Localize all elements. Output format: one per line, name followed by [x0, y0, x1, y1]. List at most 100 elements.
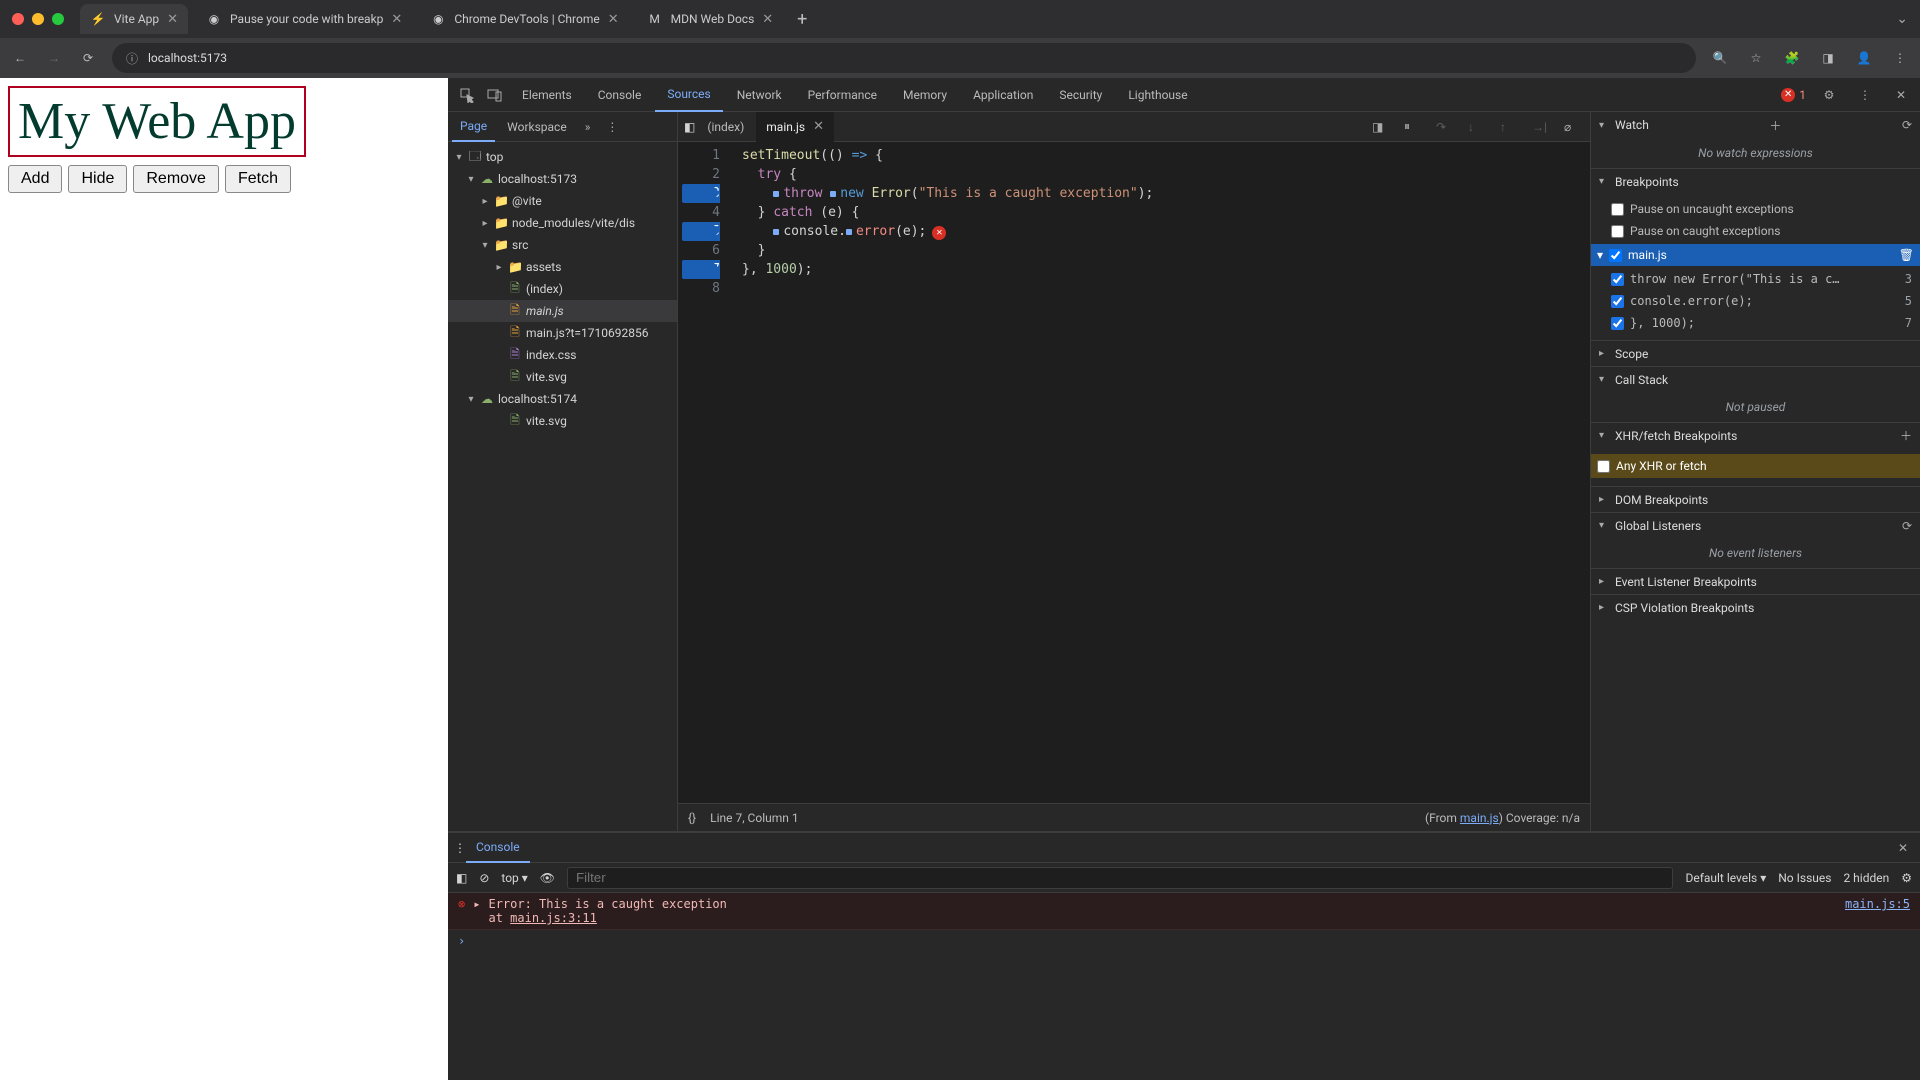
watch-header[interactable]: Watch＋⟳ [1591, 112, 1920, 138]
pretty-print-icon[interactable]: {} [688, 811, 696, 825]
tab-security[interactable]: Security [1047, 78, 1114, 112]
tab-application[interactable]: Application [961, 78, 1045, 112]
settings-icon[interactable]: ⚙ [1816, 82, 1842, 108]
tree-file-vitesvg[interactable]: 🗎vite.svg [448, 366, 677, 388]
tab-close-icon[interactable]: ✕ [391, 12, 402, 27]
new-tab-button[interactable]: + [791, 9, 813, 30]
step-over-icon[interactable]: ↷ [1436, 120, 1456, 134]
reload-button[interactable]: ⟳ [78, 48, 98, 68]
expand-icon[interactable] [473, 897, 480, 925]
tree-folder-vite[interactable]: 📁@vite [448, 190, 677, 212]
site-info-icon[interactable]: ⓘ [126, 50, 138, 67]
tree-file-mainjs-query[interactable]: 🗎main.js?t=1710692856 [448, 322, 677, 344]
drawer-tab-console[interactable]: Console [466, 833, 530, 863]
context-selector[interactable]: top ▾ [501, 871, 527, 885]
error-marker-icon[interactable]: ✕ [932, 226, 946, 240]
forward-button[interactable]: → [44, 48, 64, 68]
tab-close-icon[interactable]: ✕ [762, 12, 773, 27]
step-icon[interactable]: →| [1532, 120, 1552, 134]
tab-close-icon[interactable]: ✕ [608, 12, 619, 27]
tab-memory[interactable]: Memory [891, 78, 959, 112]
browser-tab-chrome-devtools[interactable]: ◉ Chrome DevTools | Chrome ✕ [420, 4, 628, 34]
pause-icon[interactable]: ⏸ [1404, 119, 1424, 134]
add-xhr-icon[interactable]: ＋ [1900, 427, 1912, 444]
navigator-tab-workspace[interactable]: Workspace [499, 112, 575, 142]
console-settings-icon[interactable]: ⚙ [1901, 871, 1912, 885]
tab-elements[interactable]: Elements [510, 78, 584, 112]
tree-folder-src[interactable]: 📁src [448, 234, 677, 256]
breakpoint-item[interactable]: throw new Error("This is a c…3 [1611, 268, 1912, 290]
toggle-sidebar-icon[interactable]: ◧ [456, 871, 467, 885]
event-listener-breakpoints-header[interactable]: Event Listener Breakpoints [1591, 568, 1920, 594]
xhr-any-checkbox[interactable]: Any XHR or fetch [1591, 454, 1920, 478]
more-icon[interactable]: ⋮ [1852, 82, 1878, 108]
tree-file-mainjs[interactable]: 🗎main.js [448, 300, 677, 322]
delete-icon[interactable]: 🗑 [1899, 248, 1914, 262]
tree-folder-assets[interactable]: 📁assets [448, 256, 677, 278]
toggle-debugger-icon[interactable]: ◨ [1372, 120, 1392, 134]
tree-file-indexcss[interactable]: 🗎index.css [448, 344, 677, 366]
minimize-window-icon[interactable] [32, 13, 44, 25]
global-listeners-header[interactable]: Global Listeners⟳ [1591, 512, 1920, 538]
source-link[interactable]: main.js [1460, 811, 1499, 825]
fetch-button[interactable]: Fetch [225, 165, 291, 193]
stack-link[interactable]: main.js:3:11 [510, 911, 597, 925]
remove-button[interactable]: Remove [133, 165, 219, 193]
menu-icon[interactable]: ⋮ [1890, 48, 1910, 68]
browser-tab-devtools-doc[interactable]: ◉ Pause your code with breakp ✕ [196, 4, 412, 34]
breakpoint-item[interactable]: console.error(e);5 [1611, 290, 1912, 312]
zoom-icon[interactable]: 🔍 [1710, 48, 1730, 68]
scope-header[interactable]: Scope [1591, 340, 1920, 366]
browser-tab-mdn[interactable]: M MDN Web Docs ✕ [637, 4, 784, 34]
tab-network[interactable]: Network [725, 78, 794, 112]
device-toolbar-icon[interactable] [482, 82, 508, 108]
step-out-icon[interactable]: ↑ [1500, 120, 1520, 134]
tree-folder-node-modules[interactable]: 📁node_modules/vite/dis [448, 212, 677, 234]
close-devtools-icon[interactable]: ✕ [1888, 82, 1914, 108]
add-button[interactable]: Add [8, 165, 62, 193]
refresh-watch-icon[interactable]: ⟳ [1902, 118, 1912, 132]
tree-file-vitesvg-2[interactable]: 🗎vite.svg [448, 410, 677, 432]
clear-console-icon[interactable]: ⊘ [479, 871, 489, 885]
log-source-link[interactable]: main.js:5 [1845, 897, 1910, 925]
csp-breakpoints-header[interactable]: CSP Violation Breakpoints [1591, 594, 1920, 620]
dom-breakpoints-header[interactable]: DOM Breakpoints [1591, 486, 1920, 512]
xhr-breakpoints-header[interactable]: XHR/fetch Breakpoints＋ [1591, 422, 1920, 448]
callstack-header[interactable]: Call Stack [1591, 366, 1920, 392]
pause-caught-checkbox[interactable]: Pause on caught exceptions [1611, 220, 1912, 242]
breakpoints-header[interactable]: Breakpoints [1591, 168, 1920, 194]
close-icon[interactable]: ✕ [813, 119, 824, 134]
tab-performance[interactable]: Performance [796, 78, 889, 112]
tab-sources[interactable]: Sources [655, 78, 722, 112]
close-drawer-icon[interactable]: ✕ [1892, 841, 1914, 855]
pause-uncaught-checkbox[interactable]: Pause on uncaught exceptions [1611, 198, 1912, 220]
tab-console[interactable]: Console [586, 78, 654, 112]
console-error-row[interactable]: ⊗ Error: This is a caught exception at m… [448, 893, 1920, 930]
tab-overflow-icon[interactable]: ⌄ [1896, 11, 1908, 27]
maximize-window-icon[interactable] [52, 13, 64, 25]
gutter[interactable]: 1 2 3 4 5 6 7 8 [678, 142, 728, 803]
code-editor[interactable]: 1 2 3 4 5 6 7 8 setTimeout(() => { try {… [678, 142, 1590, 803]
back-button[interactable]: ← [10, 48, 30, 68]
browser-tab-vite-app[interactable]: ⚡ Vite App ✕ [80, 4, 188, 34]
tree-origin-2[interactable]: ☁localhost:5174 [448, 388, 677, 410]
toggle-navigator-icon[interactable]: ◧ [684, 120, 695, 134]
inspect-element-icon[interactable] [454, 82, 480, 108]
editor-tab-mainjs[interactable]: main.js✕ [756, 112, 834, 142]
hidden-count[interactable]: 2 hidden [1843, 871, 1889, 885]
error-count-badge[interactable]: ✕ 1 [1781, 88, 1806, 102]
no-issues-label[interactable]: No Issues [1778, 871, 1831, 885]
code-content[interactable]: setTimeout(() => { try { throw new Error… [728, 142, 1590, 803]
refresh-icon[interactable]: ⟳ [1902, 519, 1912, 533]
close-window-icon[interactable] [12, 13, 24, 25]
step-into-icon[interactable]: ↓ [1468, 120, 1488, 134]
console-prompt[interactable]: › [448, 930, 1920, 952]
drawer-menu-icon[interactable]: ⋮ [454, 841, 466, 855]
tree-origin[interactable]: ☁localhost:5173 [448, 168, 677, 190]
log-levels-selector[interactable]: Default levels ▾ [1685, 871, 1766, 885]
profile-icon[interactable]: 👤 [1854, 48, 1874, 68]
tree-root[interactable]: 🗔top [448, 146, 677, 168]
extensions-icon[interactable]: 🧩 [1782, 48, 1802, 68]
editor-tab-index[interactable]: (index) [697, 112, 754, 142]
console-filter-input[interactable] [567, 867, 1673, 889]
